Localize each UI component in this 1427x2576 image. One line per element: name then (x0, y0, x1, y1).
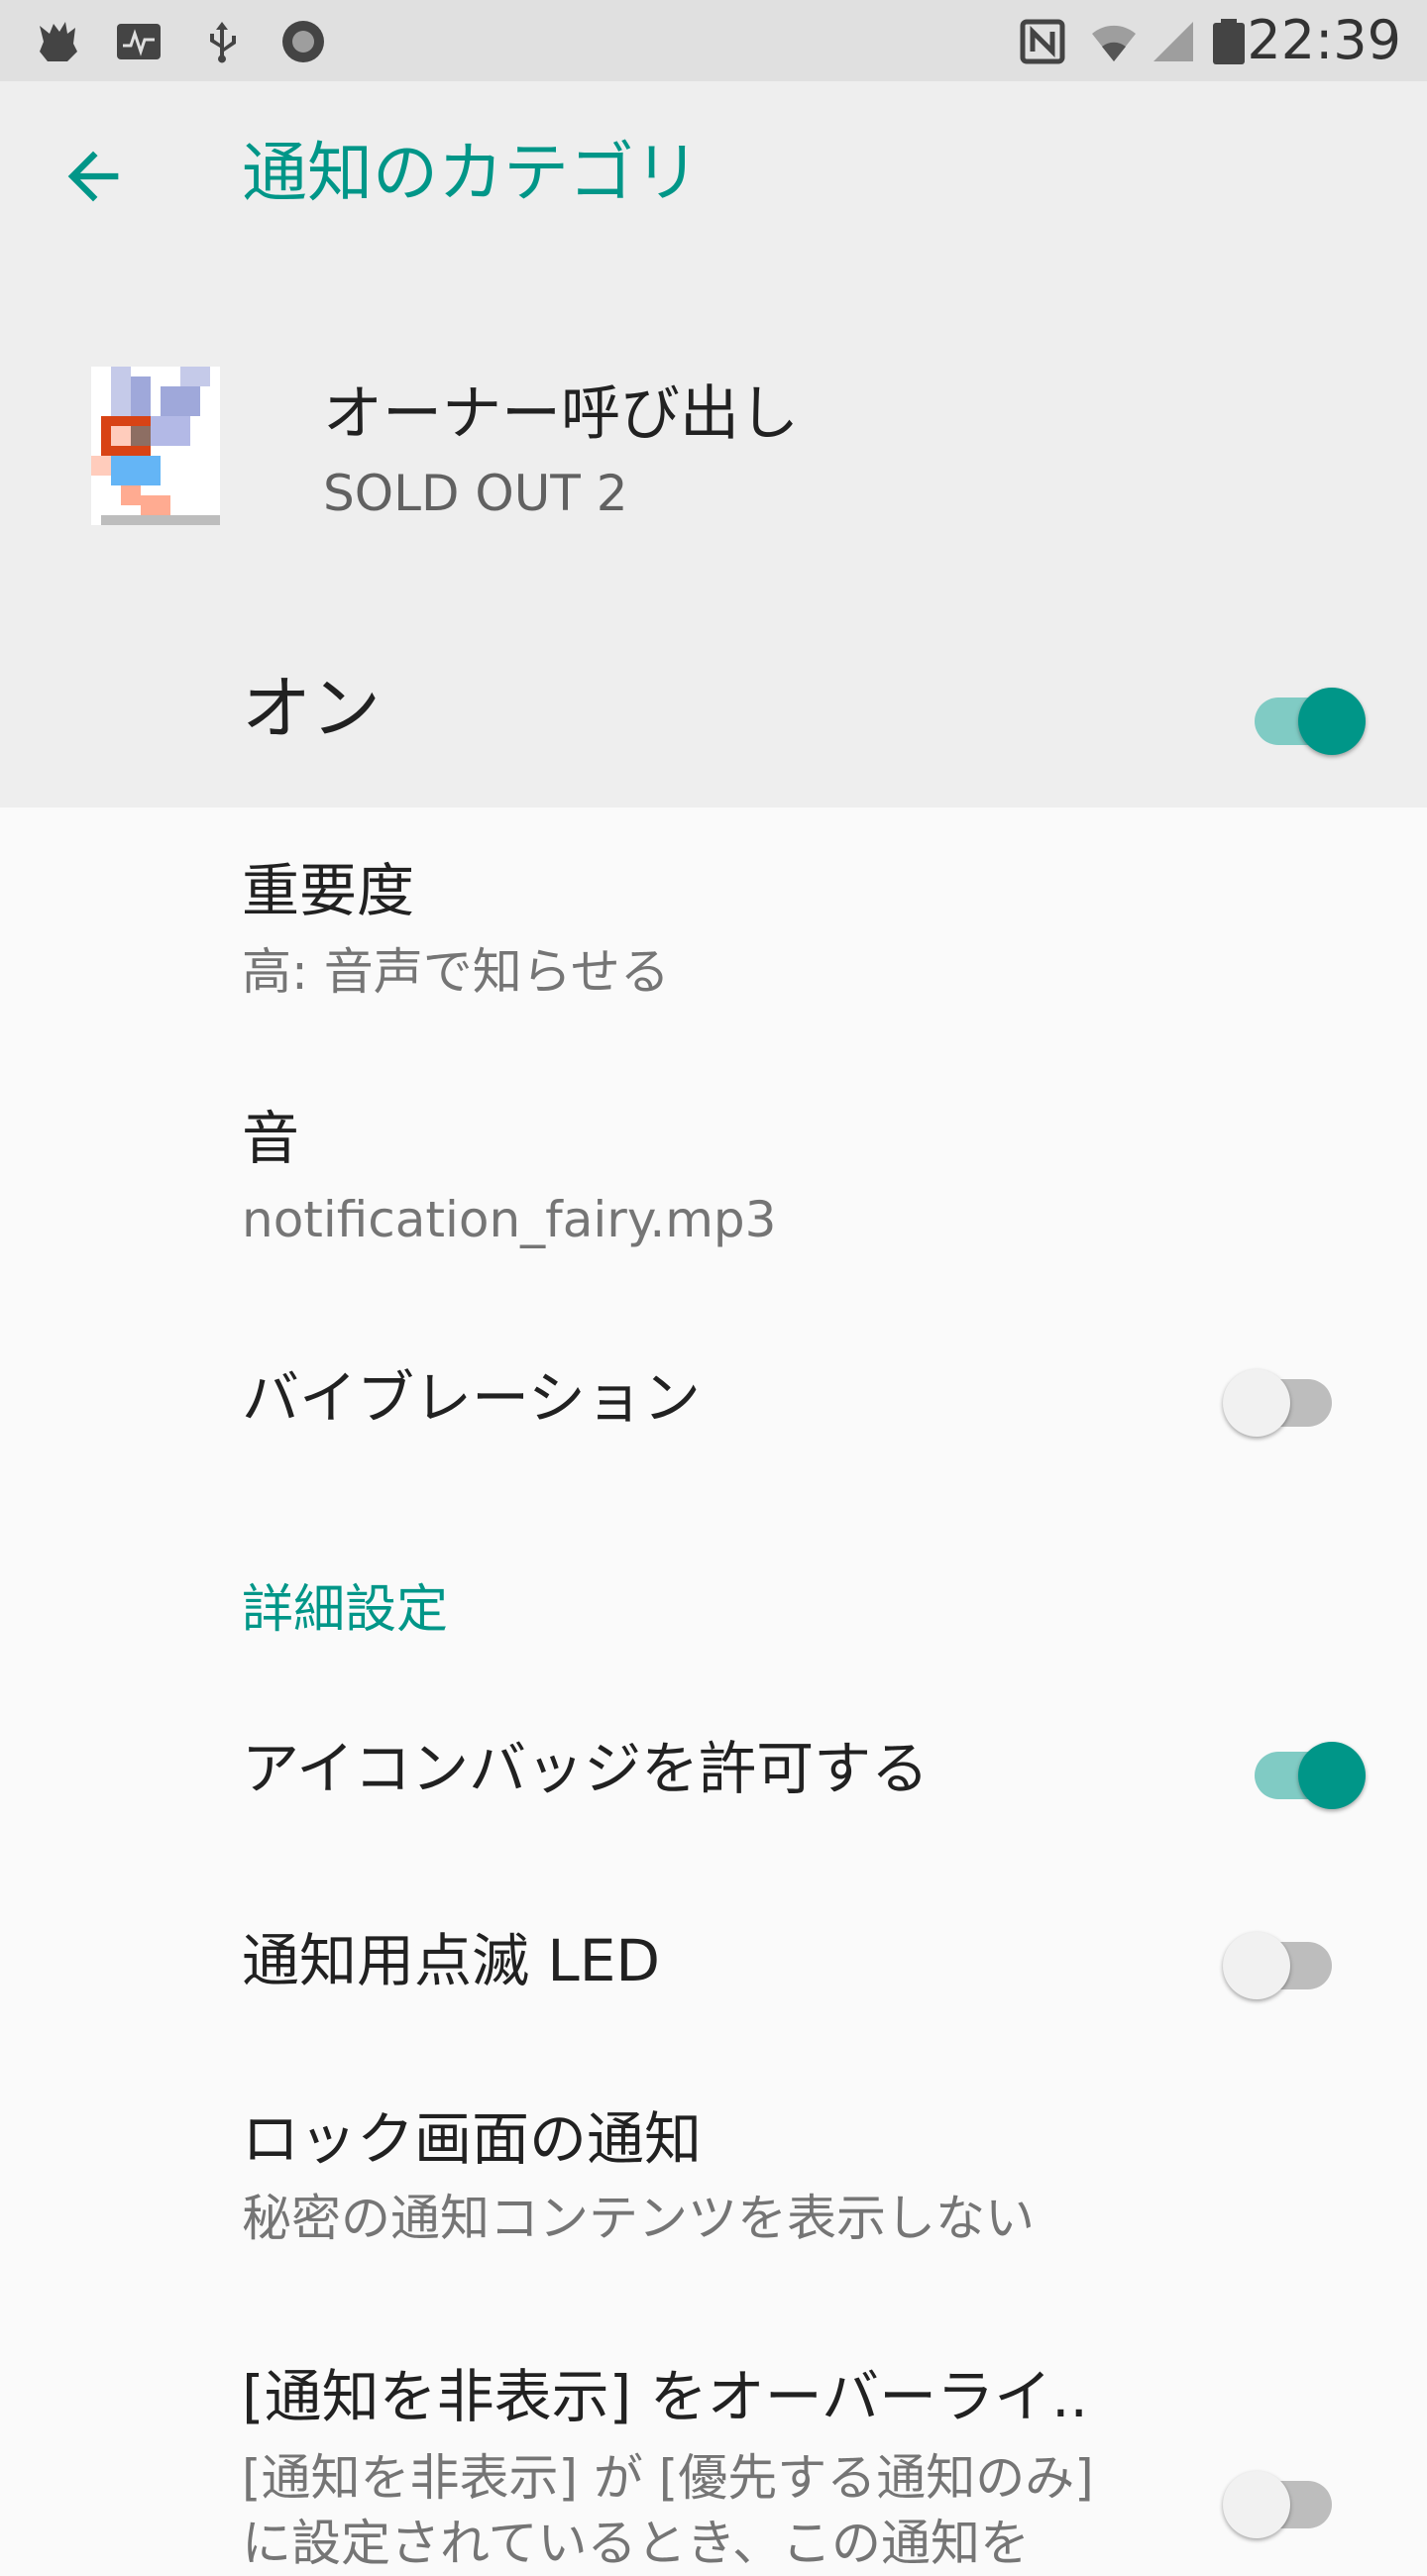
activity-monitor-icon (117, 24, 161, 59)
app-name: SOLD OUT 2 (323, 465, 628, 522)
sound-summary: notification_fairy.mp3 (242, 1191, 777, 1248)
usb-icon (210, 22, 236, 63)
app-icon (91, 367, 220, 525)
lock-screen-summary: 秘密の通知コンテンツを表示しない (242, 2190, 1035, 2247)
advanced-section-header: 詳細設定 (242, 1580, 449, 1640)
channel-name: オーナー呼び出し (323, 379, 799, 449)
blink-light-title: 通知用点滅 LED (242, 1927, 661, 1994)
dnd-override-switch[interactable] (1223, 2457, 1340, 2538)
nfc-icon (1020, 19, 1065, 64)
vibration-switch[interactable] (1223, 1355, 1340, 1437)
battery-icon (1213, 19, 1245, 64)
switch-thumb (1223, 1932, 1290, 1999)
badge-title: アイコンバッジを許可する (242, 1735, 930, 1802)
vibration-title: バイブレーション (242, 1364, 701, 1432)
dnd-override-summary-line1: [通知を非表示] が [優先する通知のみ] (242, 2449, 1094, 2507)
status-time: 22:39 (1247, 9, 1401, 71)
importance-title: 重要度 (242, 857, 415, 924)
app-notification-icon (40, 22, 77, 61)
arrow-back-icon[interactable] (55, 139, 131, 214)
master-switch[interactable] (1247, 674, 1366, 755)
badge-switch[interactable] (1247, 1728, 1366, 1809)
dnd-override-summary-line2: に設定されているとき、この通知を (242, 2515, 1030, 2572)
wifi-icon (1092, 25, 1136, 61)
cell-signal-icon (1153, 22, 1193, 61)
lock-screen-title: ロック画面の通知 (242, 2105, 703, 2173)
switch-thumb (1298, 1742, 1366, 1809)
switch-thumb (1223, 1369, 1290, 1437)
sound-title: 音 (242, 1105, 300, 1172)
status-bar: 22:39 (0, 0, 1427, 81)
switch-thumb (1223, 2471, 1290, 2538)
dnd-override-title: [通知を非表示] をオーバーライ.. (242, 2363, 1088, 2430)
page-title: 通知のカテゴリ (242, 135, 700, 211)
blink-light-switch[interactable] (1223, 1918, 1340, 1999)
circle-notification-icon (282, 21, 324, 62)
master-switch-label: オン (242, 668, 381, 749)
importance-summary: 高: 音声で知らせる (242, 943, 670, 1001)
switch-thumb (1298, 688, 1366, 755)
